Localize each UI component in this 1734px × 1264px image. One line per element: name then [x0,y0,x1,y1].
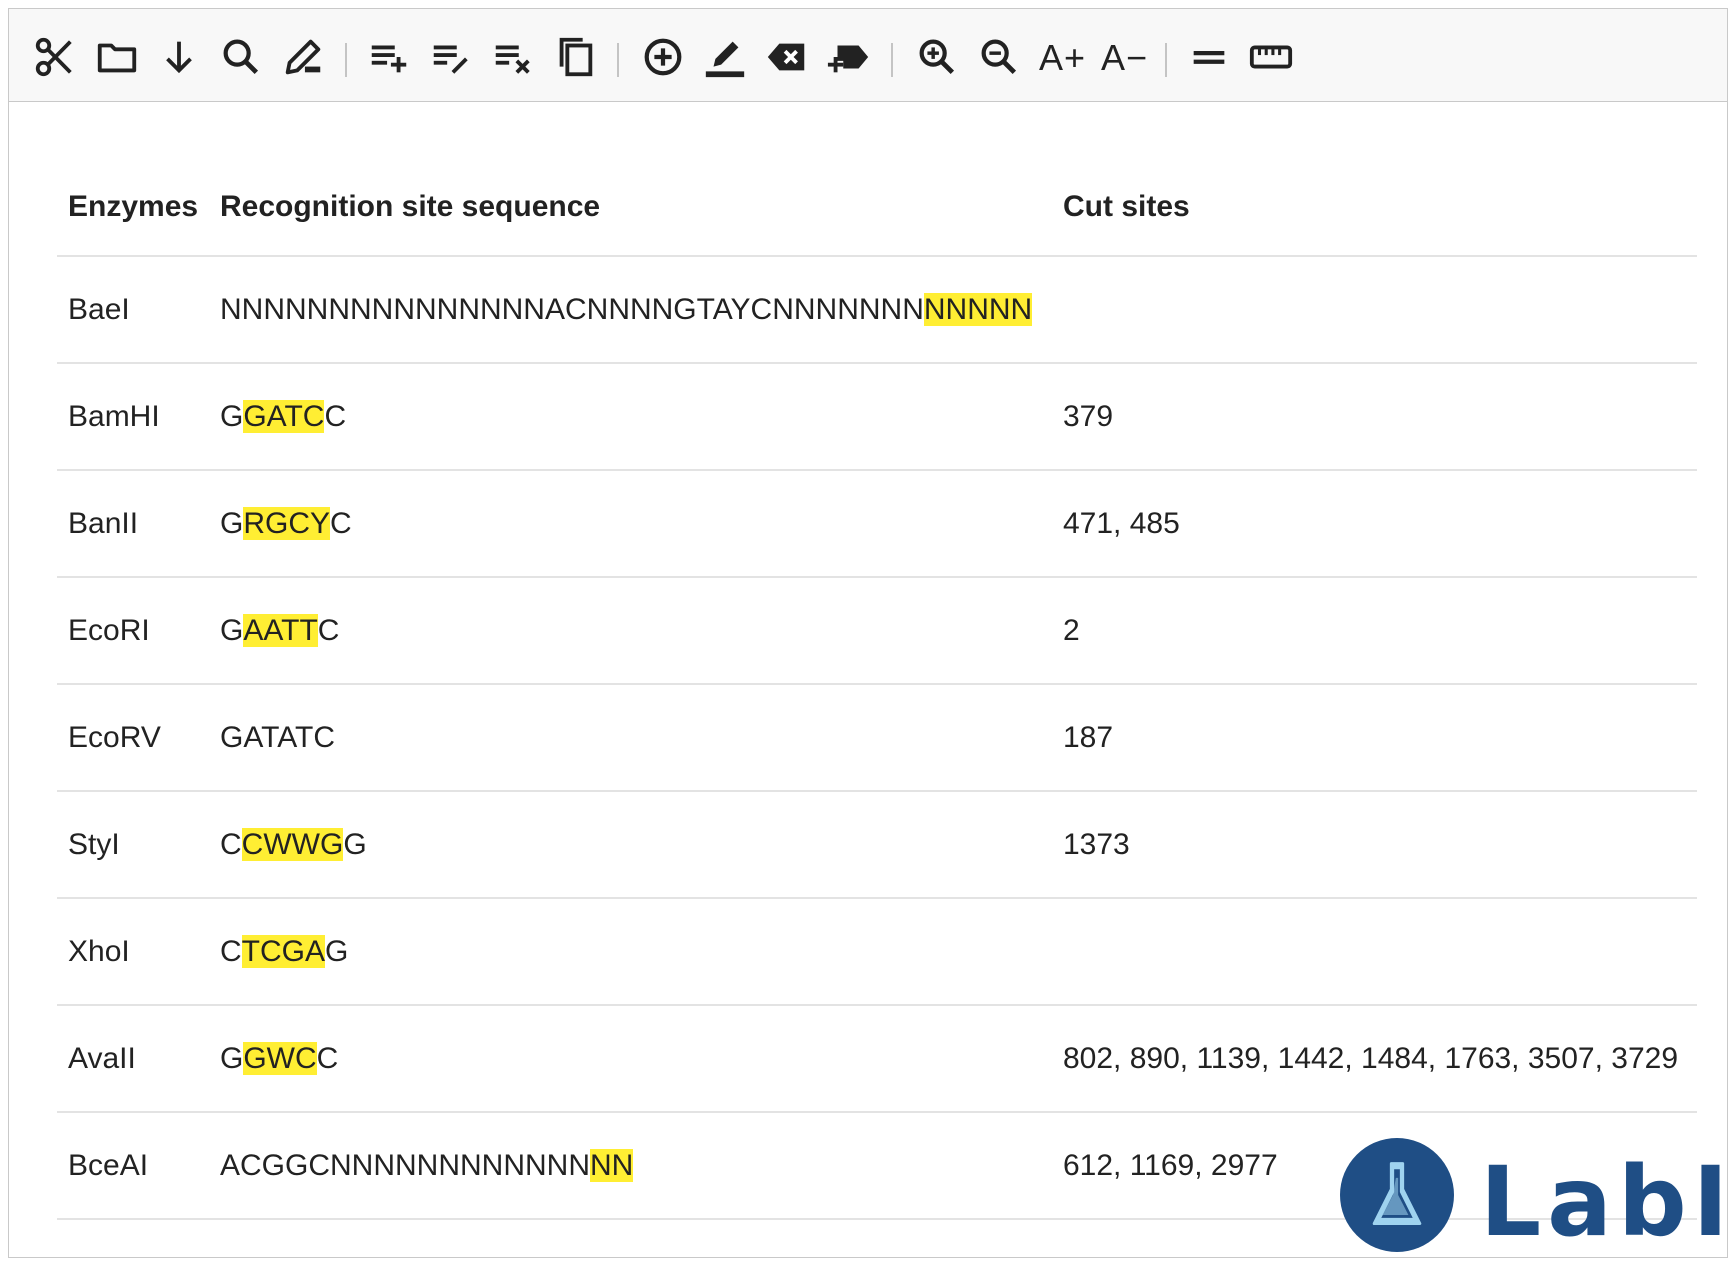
table-row[interactable]: AvaII GGWCC 802, 890, 1139, 1442, 1484, … [57,1005,1697,1113]
cut-sites: 471, 485 [1052,470,1697,578]
labii-logo: LabII [1340,1138,1734,1258]
sequence-plain: C [317,613,340,647]
sequence-plain: NNNNNNNNNNNNNNNACNNNNGTAYCNNNNNNN [220,292,924,326]
backspace-icon[interactable] [763,33,811,81]
recognition-sequence: CCWWGG [209,791,1052,899]
enzyme-name: BanII [57,470,209,578]
sequence-plain: G [220,613,244,647]
add-circle-icon[interactable] [639,33,687,81]
table-row[interactable]: BanII GRGCYC 471, 485 [57,470,1697,578]
recognition-sequence: GGWCC [209,1005,1052,1113]
label-add-icon[interactable] [825,33,873,81]
enzyme-name: BceAI [57,1112,209,1220]
table-row[interactable]: EcoRV GATATC 187 [57,684,1697,792]
recognition-sequence: GATATC [209,684,1052,792]
sequence-plain: G [343,827,367,861]
highlight-pen-icon[interactable] [701,33,749,81]
sequence-plain: G [325,934,349,968]
cut-sites [1052,256,1697,364]
sequence-highlight: AATT [243,613,318,647]
copy-icon[interactable] [551,33,599,81]
cut-sites [1052,898,1697,1006]
table-row[interactable]: EcoRI GAATTC 2 [57,577,1697,685]
editor-frame: A+ A− Enzymes Recognition site sequence … [8,8,1728,1258]
sequence-plain: G [220,506,244,540]
enzymes-table: Enzymes Recognition site sequence Cut si… [57,159,1697,1220]
cut-sites: 379 [1052,363,1697,471]
arrow-down-icon[interactable] [155,33,203,81]
toolbar-separator [617,43,619,77]
sequence-highlight: NN [590,1148,634,1182]
header-recognition-site: Recognition site sequence [209,159,1052,257]
zoom-out-icon[interactable] [975,33,1023,81]
table-row[interactable]: XhoI CTCGAG [57,898,1697,1006]
sequence-highlight: GATC [243,399,325,433]
enzyme-name: BaeI [57,256,209,364]
logo-text: LabII [1480,1146,1734,1258]
list-remove-icon[interactable] [489,33,537,81]
sequence-plain: C [316,1041,339,1075]
recognition-sequence: GGATCC [209,363,1052,471]
cut-sites: 1373 [1052,791,1697,899]
sequence-plain: G [220,1041,244,1075]
sequence-plain: C [324,399,347,433]
enzyme-name: EcoRI [57,577,209,685]
font-increase-button[interactable]: A+ [1039,35,1086,81]
ruler-icon[interactable] [1247,33,1295,81]
sequence-highlight: CWWG [241,827,344,861]
sequence-plain: ACGGCNNNNNNNNNNNN [220,1148,590,1182]
toolbar: A+ A− [9,9,1727,102]
recognition-sequence: ACGGCNNNNNNNNNNNNNN [209,1112,1052,1220]
list-edit-icon[interactable] [427,33,475,81]
table-row[interactable]: BamHI GGATCC 379 [57,363,1697,471]
enzyme-name: StyI [57,791,209,899]
sequence-plain: C [220,934,242,968]
recognition-sequence: GAATTC [209,577,1052,685]
table-row[interactable]: BaeI NNNNNNNNNNNNNNNACNNNNGTAYCNNNNNNNNN… [57,256,1697,364]
flask-icon [1340,1138,1454,1252]
recognition-sequence: GRGCYC [209,470,1052,578]
list-add-icon[interactable] [365,33,413,81]
enzyme-name: BamHI [57,363,209,471]
sequence-highlight: NNNNN [923,292,1033,326]
edit-icon[interactable] [279,33,327,81]
toolbar-separator [1165,43,1167,77]
folder-icon[interactable] [93,33,141,81]
table-header-row: Enzymes Recognition site sequence Cut si… [57,159,1697,257]
cut-sites: 187 [1052,684,1697,792]
zoom-in-icon[interactable] [913,33,961,81]
recognition-sequence: CTCGAG [209,898,1052,1006]
header-enzymes: Enzymes [57,159,209,257]
search-icon[interactable] [217,33,265,81]
equals-icon[interactable] [1185,33,1233,81]
enzyme-name: AvaII [57,1005,209,1113]
font-decrease-button[interactable]: A− [1101,35,1148,81]
sequence-highlight: RGCY [243,506,331,540]
scissors-icon[interactable] [31,33,79,81]
sequence-highlight: GWC [243,1041,317,1075]
cut-sites: 802, 890, 1139, 1442, 1484, 1763, 3507, … [1052,1005,1697,1113]
header-cut-sites: Cut sites [1052,159,1697,257]
recognition-sequence: NNNNNNNNNNNNNNNACNNNNGTAYCNNNNNNNNNNNN [209,256,1052,364]
enzyme-name: XhoI [57,898,209,1006]
toolbar-separator [891,43,893,77]
sequence-highlight: TCGA [241,934,326,968]
sequence-plain: GATATC [220,720,335,754]
sequence-plain: C [220,827,242,861]
cut-sites: 2 [1052,577,1697,685]
enzyme-name: EcoRV [57,684,209,792]
toolbar-separator [345,43,347,77]
table-row[interactable]: StyI CCWWGG 1373 [57,791,1697,899]
sequence-plain: C [330,506,352,540]
sequence-plain: G [220,399,244,433]
